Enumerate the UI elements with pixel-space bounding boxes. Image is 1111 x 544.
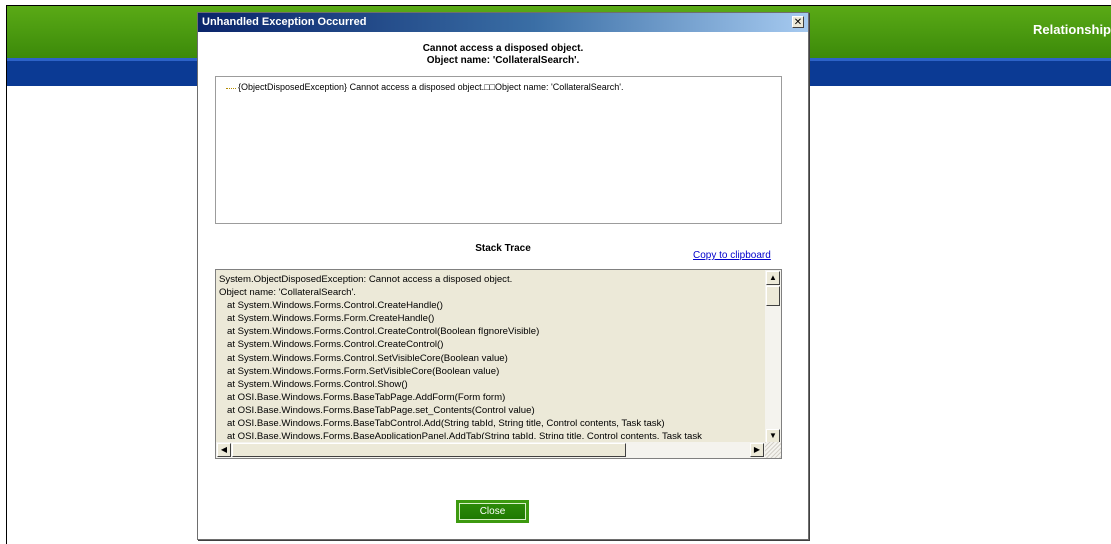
stack-trace-line: at System.Windows.Forms.Control.CreateHa… — [219, 300, 443, 312]
tree-connector — [226, 88, 236, 89]
scroll-right-icon[interactable]: ▶ — [750, 443, 764, 457]
horizontal-scrollbar[interactable]: ◀ ▶ — [216, 442, 765, 458]
vertical-scrollbar[interactable]: ▲ ▼ — [765, 270, 781, 444]
horizontal-scroll-thumb[interactable] — [232, 443, 626, 457]
stack-trace-line: at OSI.Base.Windows.Forms.BaseTabPage.se… — [219, 404, 535, 416]
stack-trace-line: at OSI.Base.Windows.Forms.BaseTabControl… — [219, 418, 665, 430]
scroll-left-icon[interactable]: ◀ — [217, 443, 231, 457]
exception-dialog: Unhandled Exception Occurred ✕ Cannot ac… — [197, 12, 809, 540]
close-icon[interactable]: ✕ — [792, 16, 804, 28]
stack-trace-line: at System.Windows.Forms.Control.Show() — [219, 378, 408, 390]
app-header-title: Relationship — [1032, 22, 1111, 37]
stack-trace-line: at System.Windows.Forms.Control.CreateCo… — [219, 339, 444, 351]
scroll-up-icon[interactable]: ▲ — [766, 271, 780, 285]
close-button[interactable]: Close — [459, 503, 526, 520]
exception-tree-item[interactable]: {ObjectDisposedException} Cannot access … — [238, 82, 624, 92]
stack-trace-line: at System.Windows.Forms.Form.SetVisibleC… — [219, 365, 500, 377]
dialog-titlebar[interactable]: Unhandled Exception Occurred ✕ — [198, 13, 808, 32]
stack-trace-lines: System.ObjectDisposedException: Cannot a… — [219, 273, 763, 439]
stack-trace-line: Object name: 'CollateralSearch'. — [219, 287, 356, 299]
copy-to-clipboard-link[interactable]: Copy to clipboard — [693, 250, 771, 261]
stack-trace-line: at System.Windows.Forms.Form.CreateHandl… — [219, 313, 435, 325]
stack-trace-line: at System.Windows.Forms.Control.SetVisib… — [219, 352, 508, 364]
close-button-frame: Close — [456, 500, 529, 523]
error-message-line-1: Cannot access a disposed object. — [422, 43, 584, 54]
error-message-line-2: Object name: 'CollateralSearch'. — [426, 55, 580, 66]
stack-trace-line: System.ObjectDisposedException: Cannot a… — [219, 274, 513, 285]
dialog-title: Unhandled Exception Occurred — [202, 16, 367, 28]
scroll-down-icon[interactable]: ▼ — [766, 429, 780, 443]
size-grip-icon — [765, 442, 781, 458]
stack-trace-line: at OSI.Base.Windows.Forms.BaseApplicatio… — [219, 431, 702, 439]
stack-trace-textbox[interactable]: System.ObjectDisposedException: Cannot a… — [215, 269, 782, 459]
vertical-scroll-thumb[interactable] — [766, 286, 780, 306]
stack-trace-line: at System.Windows.Forms.Control.CreateCo… — [219, 326, 540, 338]
exception-tree[interactable]: {ObjectDisposedException} Cannot access … — [215, 76, 782, 224]
stack-trace-line: at OSI.Base.Windows.Forms.BaseTabPage.Ad… — [219, 391, 506, 403]
